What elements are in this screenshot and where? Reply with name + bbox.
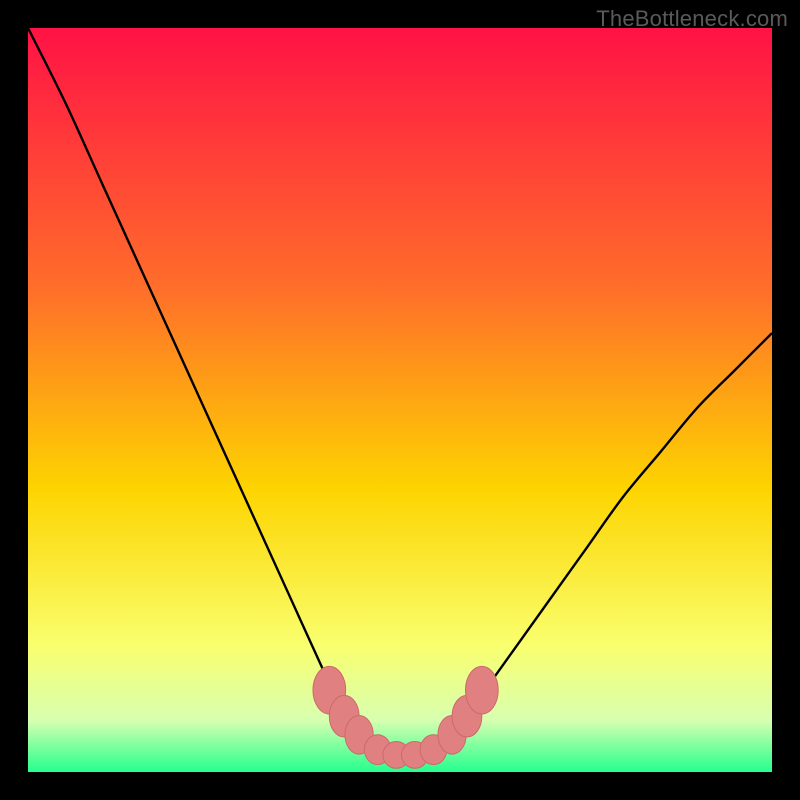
bottleneck-chart	[28, 28, 772, 772]
gradient-background	[28, 28, 772, 772]
chart-frame: TheBottleneck.com	[0, 0, 800, 800]
watermark-text: TheBottleneck.com	[596, 6, 788, 32]
valley-marker	[465, 666, 498, 714]
plot-area	[28, 28, 772, 772]
